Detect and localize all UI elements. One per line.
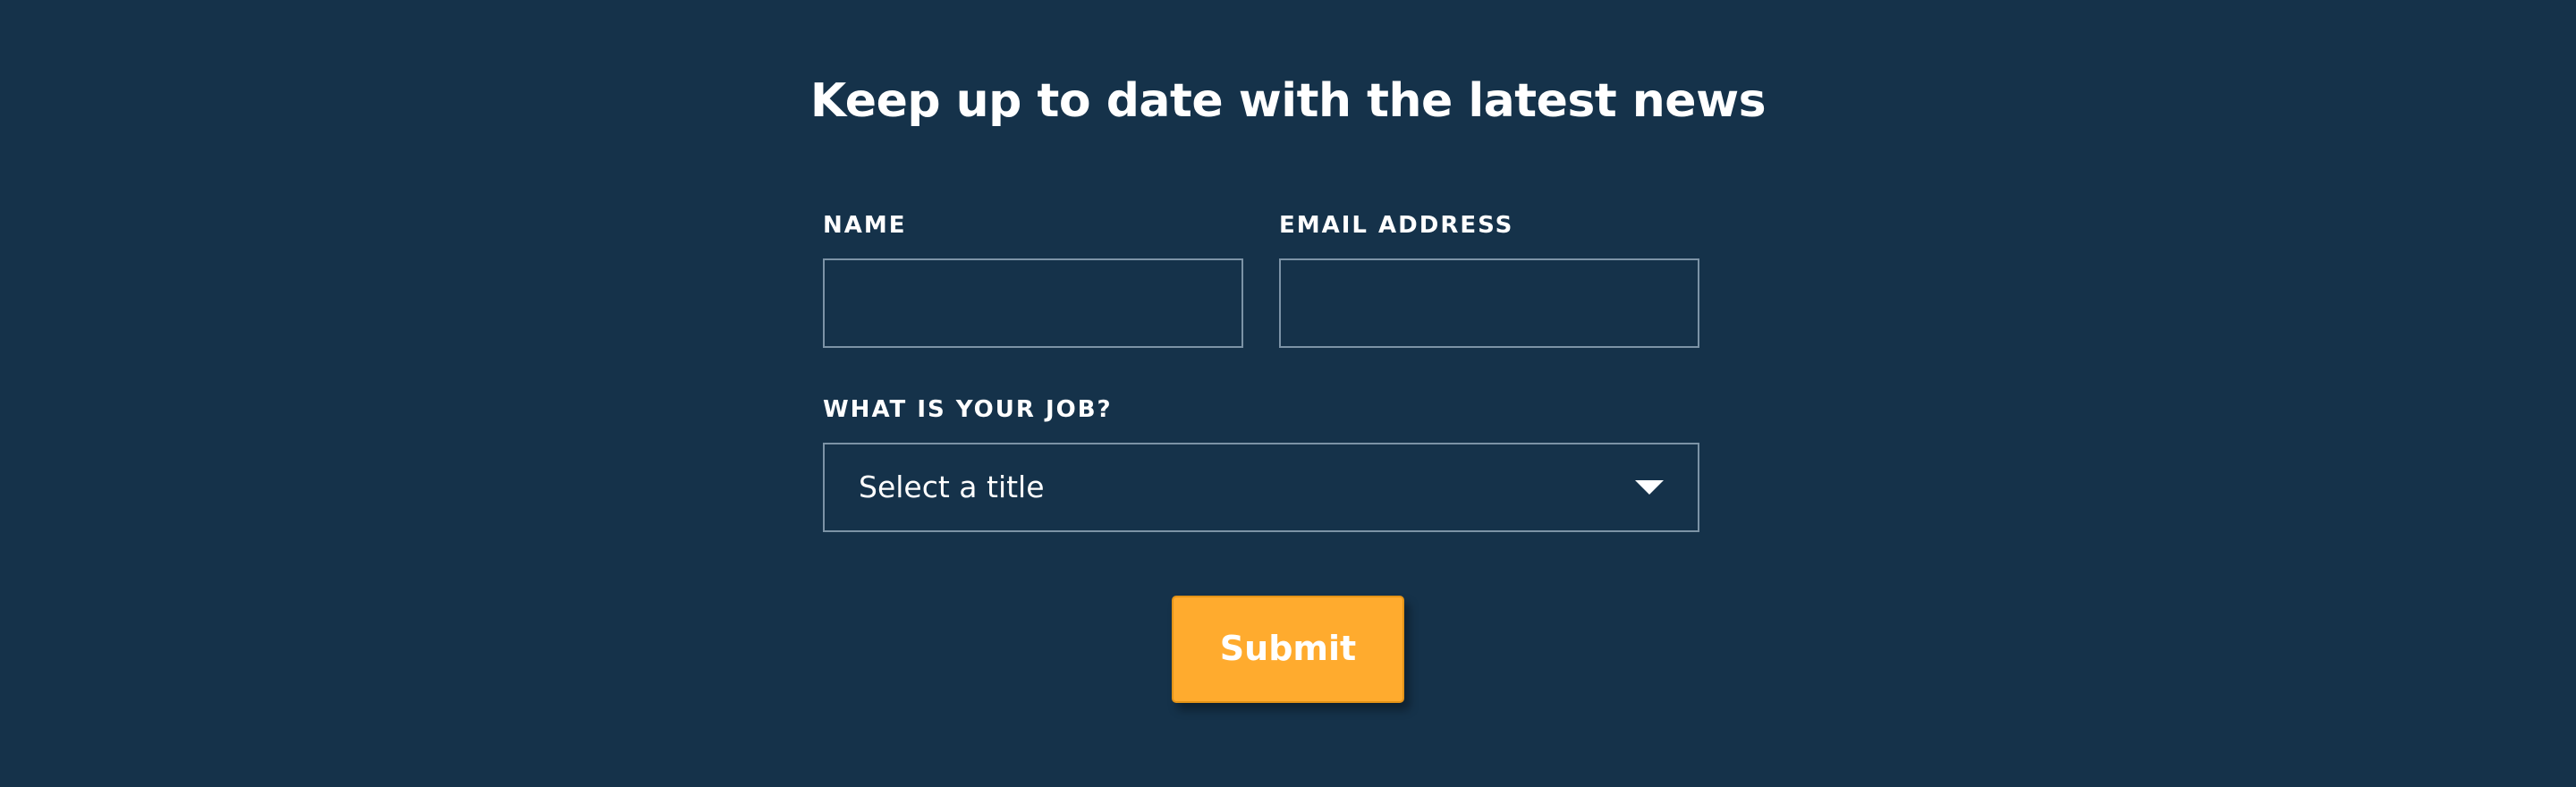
submit-button[interactable]: Submit xyxy=(1172,596,1404,703)
newsletter-signup-section: Keep up to date with the latest news NAM… xyxy=(0,0,2576,787)
name-label: NAME xyxy=(823,212,907,239)
name-field[interactable] xyxy=(825,260,1241,346)
job-title-select-value: Select a title xyxy=(859,470,1045,504)
email-field[interactable] xyxy=(1281,260,1698,346)
email-label: EMAIL ADDRESS xyxy=(1279,212,1514,239)
email-field-container xyxy=(1279,258,1699,348)
chevron-down-icon xyxy=(1635,480,1664,495)
page-title: Keep up to date with the latest news xyxy=(809,74,1767,128)
job-label: WHAT IS YOUR JOB? xyxy=(823,396,1113,423)
job-title-select[interactable]: Select a title xyxy=(823,443,1699,532)
name-field-container xyxy=(823,258,1243,348)
